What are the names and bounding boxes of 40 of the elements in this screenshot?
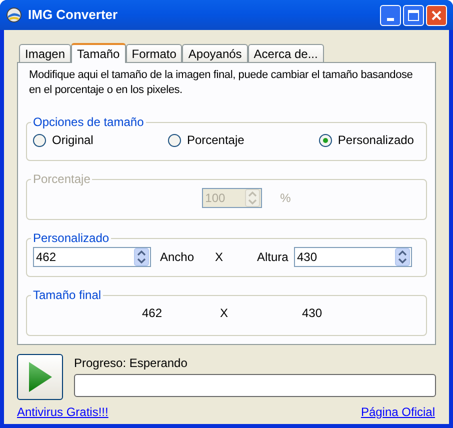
final-width: 462	[142, 305, 164, 322]
unit-label: %	[280, 190, 291, 207]
spinner-arrows-icon[interactable]	[395, 248, 410, 266]
start-button[interactable]	[17, 354, 63, 400]
group-title: Opciones de tamaño	[33, 115, 144, 129]
tab[interactable]: Tamaño	[71, 43, 126, 63]
group-title: Tamaño final	[33, 288, 102, 302]
times-sign: X	[215, 249, 224, 266]
radio-option[interactable]: Personalizado	[318, 131, 414, 149]
link[interactable]: Antivirus Gratis!!!	[17, 403, 108, 421]
radio-option[interactable]: Porcentaje	[168, 131, 244, 149]
progress-label: Progreso: Esperando	[74, 355, 188, 372]
height-label: Altura	[257, 249, 290, 266]
link[interactable]: Página Oficial	[360, 403, 435, 421]
width-label: Ancho	[160, 249, 196, 266]
radio-icon[interactable]	[33, 134, 46, 146]
group-title: Personalizado	[33, 231, 110, 245]
radio-icon[interactable]	[318, 134, 332, 146]
play-icon	[27, 361, 53, 393]
times-sign: X	[220, 305, 230, 322]
app-icon	[6, 7, 22, 23]
close-icon	[431, 10, 442, 20]
group-title: Porcentaje	[33, 172, 90, 186]
window-title: IMG Converter	[28, 6, 119, 24]
final-height: 430	[302, 305, 322, 322]
description-text: Modifique aqui el tamaño de la imagen final, puede cambiar el tamaño basandose en el porcentaje o en los pixeles.	[28, 68, 414, 98]
tab[interactable]: Acerca de...	[248, 44, 324, 62]
radio-icon[interactable]	[168, 134, 181, 146]
minimize-icon	[387, 18, 394, 20]
close-button[interactable]	[426, 4, 447, 26]
spinner-arrows-icon[interactable]	[134, 248, 149, 266]
number-field[interactable]: 430	[294, 247, 412, 267]
radio-option[interactable]: Original	[33, 131, 94, 149]
number-field[interactable]: 462	[33, 247, 151, 267]
maximize-icon	[408, 10, 419, 20]
tab[interactable]: Imagen	[19, 44, 72, 62]
tab[interactable]: Formato	[126, 44, 182, 62]
minimize-button[interactable]	[380, 4, 401, 26]
maximize-button[interactable]	[403, 4, 424, 26]
tab[interactable]: Apoyanós	[182, 44, 248, 62]
